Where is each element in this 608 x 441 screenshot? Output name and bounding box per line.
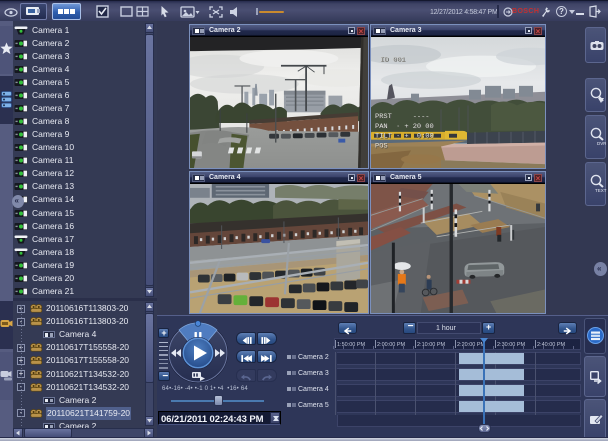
svg-text:ID 001: ID 001 xyxy=(380,56,405,64)
svg-text:PRST ----: PRST ---- xyxy=(375,113,429,121)
svg-text:POS: POS xyxy=(375,143,388,151)
svg-text:TILT · + 0:00: TILT · + 0:00 xyxy=(375,133,434,141)
svg-text:DVR: DVR xyxy=(597,141,606,146)
svg-text:TEXT: TEXT xyxy=(595,188,607,193)
svg-text:PAN · + 20 00: PAN · + 20 00 xyxy=(375,123,434,131)
